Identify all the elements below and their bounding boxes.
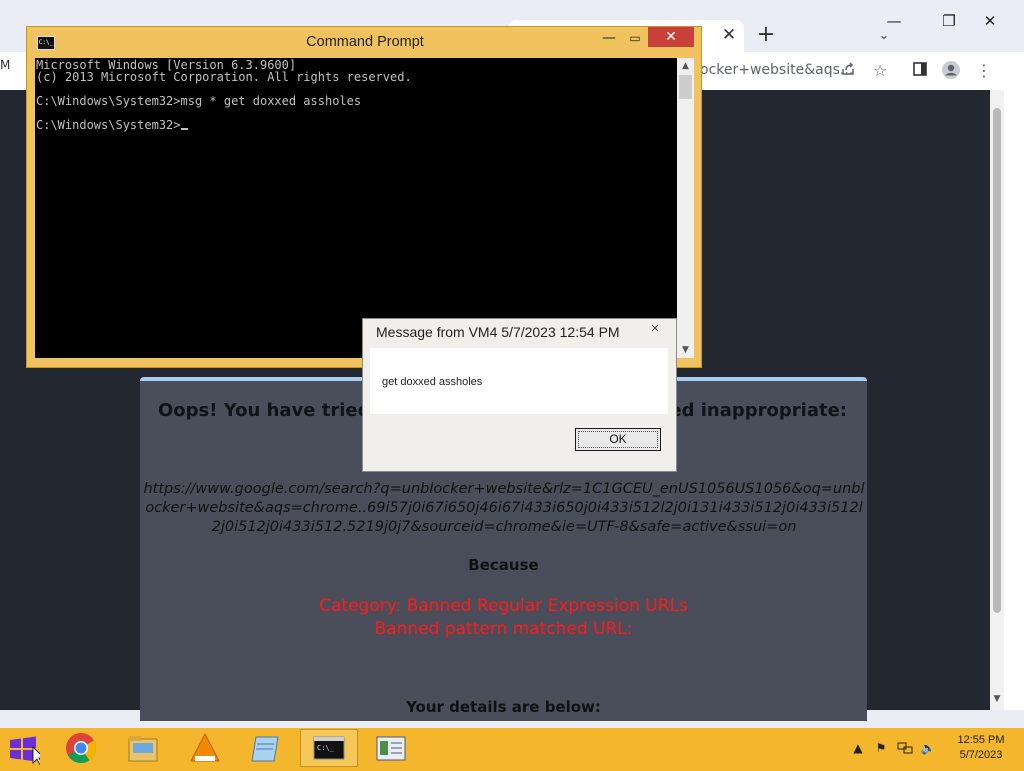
minimize-icon[interactable]: —: [877, 8, 911, 34]
start-button[interactable]: [6, 733, 45, 766]
address-bar[interactable]: ocker+website&aqs...: [700, 62, 853, 78]
console-line: C:\Windows\System32>msg * get doxxed ass…: [36, 94, 362, 108]
profile-avatar-icon[interactable]: [940, 60, 962, 82]
close-icon[interactable]: ✕: [973, 8, 1007, 34]
console-line: (c) 2013 Microsoft Corporation. All righ…: [36, 70, 412, 84]
cmd-minimize-icon[interactable]: —: [597, 28, 621, 48]
block-category: Category: Banned Regular Expression URLs…: [319, 596, 688, 639]
console-output[interactable]: Microsoft Windows [Version 6.3.9600] (c)…: [35, 58, 677, 358]
taskbar-control-panel[interactable]: [362, 729, 420, 767]
network-icon[interactable]: [897, 740, 913, 756]
taskbar-file-explorer[interactable]: [114, 729, 172, 767]
cmd-close-icon[interactable]: ✕: [648, 27, 694, 47]
taskbar-notepad[interactable]: [238, 729, 296, 767]
cmd-scrollbar[interactable]: [677, 58, 694, 358]
cmd-window-icon: C:\_: [37, 36, 55, 50]
cmd-window-title: Command Prompt: [306, 34, 424, 50]
chrome-right-edge: [1004, 90, 1024, 710]
clock[interactable]: 12:55 PM 5/7/2023: [948, 733, 1014, 763]
blocked-url-text: https://www.google.com/search?q=unblocke…: [143, 481, 865, 535]
taskbar-chrome[interactable]: [52, 729, 110, 767]
side-letter: M: [0, 58, 11, 72]
svg-text:C:\_: C:\_: [317, 744, 335, 752]
cmd-maximize-icon[interactable]: ▭: [623, 28, 647, 48]
side-panel-icon[interactable]: [909, 60, 931, 82]
ok-button[interactable]: OK: [575, 428, 661, 451]
new-tab-icon[interactable]: +: [755, 24, 777, 46]
cmd-scroll-up-icon[interactable]: ▲: [677, 59, 694, 73]
details-heading: Your details are below:: [406, 698, 601, 716]
maximize-icon[interactable]: ❐: [932, 8, 966, 34]
chrome-menu-icon[interactable]: ⋮: [973, 60, 995, 82]
text-cursor: [180, 128, 188, 130]
share-icon[interactable]: [837, 60, 859, 82]
because-label: Because: [468, 556, 539, 574]
page-scrollbar-thumb[interactable]: [993, 108, 1001, 613]
show-hidden-icons-icon[interactable]: ▲: [850, 740, 866, 756]
bookmark-star-icon[interactable]: ☆: [869, 60, 891, 82]
cmd-scroll-down-icon[interactable]: ▼: [677, 343, 694, 357]
cmd-scrollbar-thumb[interactable]: [679, 75, 692, 99]
taskbar-cmd[interactable]: C:\_: [300, 729, 358, 767]
message-dialog-title: Message from VM4 5/7/2023 12:54 PM: [376, 324, 620, 340]
volume-icon[interactable]: 🔈: [920, 740, 936, 756]
scroll-down-icon[interactable]: ▼: [991, 694, 1003, 706]
action-center-flag-icon[interactable]: ⚑: [873, 740, 889, 756]
message-close-icon[interactable]: ✕: [641, 320, 669, 338]
tab-close-icon[interactable]: ✕: [721, 26, 737, 44]
console-prompt: C:\Windows\System32>: [36, 118, 181, 132]
message-text: get doxxed assholes: [382, 376, 483, 388]
taskbar-vlc[interactable]: [176, 729, 234, 767]
